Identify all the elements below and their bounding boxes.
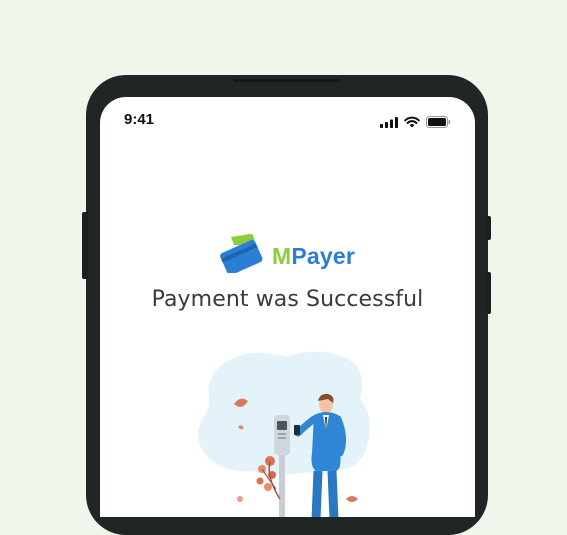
wallet-card-icon xyxy=(218,233,264,277)
status-time: 9:41 xyxy=(124,111,155,128)
status-icons xyxy=(380,113,451,132)
phone-side-button-right-upper xyxy=(486,216,491,240)
brand-name: MPayer xyxy=(272,243,355,270)
payment-illustration xyxy=(190,349,390,517)
battery-icon xyxy=(426,113,451,132)
app-screen: 9:41 MPayer Payment was Successful xyxy=(100,97,475,517)
brand-logo: MPayer xyxy=(218,233,355,277)
brand-name-m: M xyxy=(272,242,292,269)
status-bar: 9:41 xyxy=(100,97,475,141)
page-title: Payment was Successful xyxy=(151,287,424,312)
wifi-icon xyxy=(404,113,420,132)
phone-speaker xyxy=(233,79,341,82)
phone-side-button-right-lower xyxy=(486,272,491,314)
brand-name-payer: Payer xyxy=(291,242,356,269)
phone-side-button-left xyxy=(82,212,88,279)
cellular-signal-icon xyxy=(380,113,398,132)
